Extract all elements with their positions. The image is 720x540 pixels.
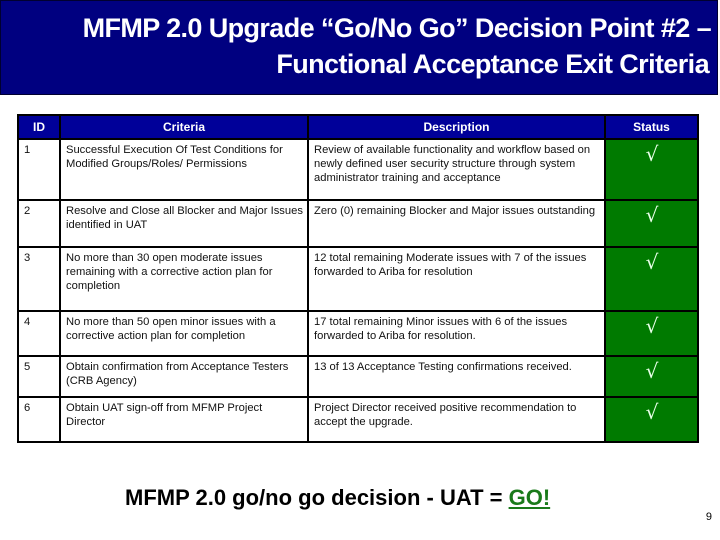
- row-criteria: Successful Execution Of Test Conditions …: [59, 138, 309, 201]
- table-row: 1 Successful Execution Of Test Condition…: [17, 138, 699, 201]
- table-row: 6 Obtain UAT sign-off from MFMP Project …: [17, 396, 699, 443]
- table-row: 5 Obtain confirmation from Acceptance Te…: [17, 355, 699, 398]
- row-description: 17 total remaining Minor issues with 6 o…: [307, 310, 606, 357]
- row-description: Review of available functionality and wo…: [307, 138, 606, 201]
- row-status: √: [604, 246, 699, 312]
- row-status: √: [604, 138, 699, 201]
- decision-summary: MFMP 2.0 go/no go decision - UAT = GO!: [125, 485, 550, 511]
- row-description: 13 of 13 Acceptance Testing confirmation…: [307, 355, 606, 398]
- row-id: 2: [17, 199, 61, 248]
- row-criteria: Resolve and Close all Blocker and Major …: [59, 199, 309, 248]
- decision-value: GO!: [508, 485, 551, 510]
- row-id: 4: [17, 310, 61, 357]
- slide-title-line-2: Functional Acceptance Exit Criteria: [276, 49, 709, 79]
- row-description: Project Director received positive recom…: [307, 396, 606, 443]
- row-status: √: [604, 396, 699, 443]
- row-criteria: No more than 50 open minor issues with a…: [59, 310, 309, 357]
- table-row: 3 No more than 30 open moderate issues r…: [17, 246, 699, 312]
- row-criteria: No more than 30 open moderate issues rem…: [59, 246, 309, 312]
- title-bar: MFMP 2.0 Upgrade “Go/No Go” Decision Poi…: [0, 0, 718, 95]
- row-criteria: Obtain UAT sign-off from MFMP Project Di…: [59, 396, 309, 443]
- slide-title-line-1: MFMP 2.0 Upgrade “Go/No Go” Decision Poi…: [82, 13, 712, 43]
- row-id: 6: [17, 396, 61, 443]
- table-row: 2 Resolve and Close all Blocker and Majo…: [17, 199, 699, 248]
- row-status: √: [604, 310, 699, 357]
- row-id: 5: [17, 355, 61, 398]
- row-status: √: [604, 199, 699, 248]
- row-id: 3: [17, 246, 61, 312]
- page-number: 9: [705, 511, 712, 523]
- checkmark-icon: √: [645, 359, 659, 383]
- row-description: 12 total remaining Moderate issues with …: [307, 246, 606, 312]
- checkmark-icon: √: [645, 250, 659, 274]
- row-description: Zero (0) remaining Blocker and Major iss…: [307, 199, 606, 248]
- column-header-description: Description: [307, 114, 606, 140]
- column-header-status: Status: [604, 114, 699, 140]
- checkmark-icon: √: [645, 203, 659, 227]
- table-row: 4 No more than 50 open minor issues with…: [17, 310, 699, 357]
- checkmark-icon: √: [645, 314, 659, 338]
- decision-label: MFMP 2.0 go/no go decision - UAT =: [125, 485, 509, 510]
- column-header-criteria: Criteria: [59, 114, 309, 140]
- exit-criteria-table: ID Criteria Description Status 1 Success…: [17, 114, 699, 443]
- row-criteria: Obtain confirmation from Acceptance Test…: [59, 355, 309, 398]
- row-id: 1: [17, 138, 61, 201]
- checkmark-icon: √: [645, 400, 659, 424]
- checkmark-icon: √: [645, 142, 659, 166]
- row-status: √: [604, 355, 699, 398]
- column-header-id: ID: [17, 114, 61, 140]
- table-header-row: ID Criteria Description Status: [17, 114, 699, 140]
